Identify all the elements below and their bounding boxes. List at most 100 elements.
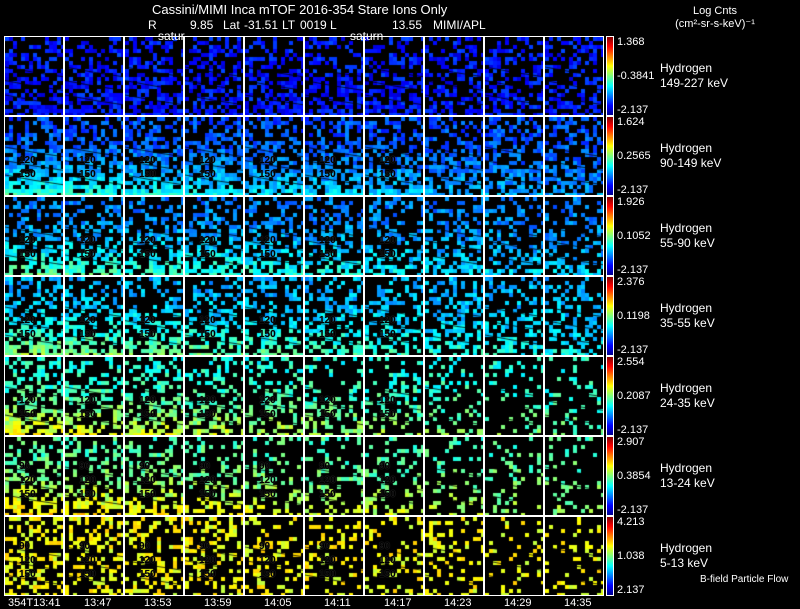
contour-label: 120 bbox=[199, 394, 216, 406]
contour-label: 120 bbox=[199, 154, 216, 166]
heatmap-image bbox=[425, 37, 483, 115]
contour-label: 150 bbox=[79, 249, 96, 260]
contour-label: 150 bbox=[319, 249, 336, 260]
colorbar-min-label: -2.137 bbox=[617, 504, 649, 516]
colorbar bbox=[606, 516, 614, 596]
time-label: 13:53 bbox=[144, 597, 172, 609]
contour-label: 120 bbox=[79, 234, 96, 246]
time-label: 13:59 bbox=[204, 597, 232, 609]
heatmap-image bbox=[545, 357, 603, 435]
image-panel: 120 150 bbox=[64, 356, 124, 436]
contour-label: 150 bbox=[19, 569, 36, 580]
contour-label: 150 bbox=[19, 249, 36, 260]
contour-label: 120 bbox=[199, 554, 216, 566]
contour-label: 90 bbox=[79, 541, 91, 552]
contour-label: 150 bbox=[259, 249, 276, 260]
colorbar-mid-label: -0.3841 bbox=[617, 70, 655, 82]
contour-label: 120 bbox=[319, 394, 336, 406]
energy-label: 5-13 keV bbox=[660, 556, 709, 570]
contour-label: 120 bbox=[19, 154, 36, 166]
colorbar bbox=[606, 356, 614, 436]
image-panel: 120 150 bbox=[184, 196, 244, 276]
image-panel: 120 150 bbox=[244, 356, 304, 436]
image-panel: 90 120 150 bbox=[124, 516, 184, 596]
species-label: Hydrogen bbox=[660, 61, 713, 75]
image-panel: 90 120 150 bbox=[304, 516, 364, 596]
heatmap-image bbox=[545, 437, 603, 515]
colorbar-mid-label: 0.2087 bbox=[617, 390, 651, 402]
contour-label: 150 bbox=[199, 169, 216, 180]
contour-label: 150 bbox=[379, 169, 396, 180]
contour-label: 120 bbox=[379, 154, 396, 166]
image-panel bbox=[424, 196, 484, 276]
colorbar-min-label: -2.137 bbox=[617, 264, 649, 276]
heatmap-image bbox=[125, 37, 183, 115]
contour-label: 150 bbox=[139, 569, 156, 580]
contour-label: 90 bbox=[199, 461, 211, 472]
contour-label: 150 bbox=[79, 169, 96, 180]
contour-label: 90 bbox=[19, 461, 31, 472]
image-panel bbox=[484, 36, 544, 116]
contour-label: 120 bbox=[319, 554, 336, 566]
energy-label: 55-90 keV bbox=[660, 236, 715, 250]
channel-label: Hydrogen 13-24 keV bbox=[660, 461, 715, 491]
image-panel: 120 150 bbox=[304, 196, 364, 276]
colorbar-max-label: 1.926 bbox=[617, 196, 645, 208]
heatmap-image bbox=[305, 37, 363, 115]
image-panel: 120 150 bbox=[364, 116, 424, 196]
image-panel bbox=[424, 276, 484, 356]
contour-label: 150 bbox=[199, 409, 216, 420]
contour-label: 120 bbox=[139, 314, 156, 326]
energy-label: 24-35 keV bbox=[660, 396, 715, 410]
image-panel: 120 150 bbox=[124, 116, 184, 196]
image-panel bbox=[4, 36, 64, 116]
image-panel: 120 150 bbox=[124, 356, 184, 436]
colorbar-mid-label: 0.1198 bbox=[617, 310, 650, 322]
heatmap-image bbox=[425, 277, 483, 355]
plot-title: Cassini/MIMI Inca mTOF 2016-354 Stare Io… bbox=[152, 2, 448, 17]
heatmap-image bbox=[485, 277, 543, 355]
image-panel: 90 120 150 bbox=[4, 516, 64, 596]
contour-label: 120 bbox=[319, 314, 336, 326]
image-panel bbox=[484, 116, 544, 196]
image-panel: 120 150 bbox=[364, 196, 424, 276]
colorbar bbox=[606, 436, 614, 516]
image-panel bbox=[484, 436, 544, 516]
image-panel: 120 150 bbox=[304, 276, 364, 356]
image-panel bbox=[544, 516, 604, 596]
source-label: MIMI/APL bbox=[433, 18, 486, 32]
contour-label: 150 bbox=[379, 569, 396, 580]
image-panel: 120 150 bbox=[244, 196, 304, 276]
colorbar-min-label: -2.137 bbox=[617, 424, 649, 436]
contour-label: 150 bbox=[139, 169, 156, 180]
contour-label: 90 bbox=[319, 461, 331, 472]
contour-label: 90 bbox=[79, 461, 91, 472]
heatmap-image bbox=[185, 37, 243, 115]
contour-label: 150 bbox=[319, 169, 336, 180]
channel-label: Hydrogen 35-55 keV bbox=[660, 301, 715, 331]
contour-label: 150 bbox=[259, 329, 276, 340]
heatmap-image bbox=[485, 357, 543, 435]
colorbar bbox=[606, 116, 614, 196]
colorbar-mid-label: 0.2565 bbox=[617, 150, 651, 162]
contour-label: 150 bbox=[19, 489, 36, 500]
image-panel: 120 150 bbox=[184, 356, 244, 436]
heatmap-image bbox=[485, 197, 543, 275]
lat-value: -31.51 bbox=[244, 18, 279, 32]
colorbar-min-label: -2.137 bbox=[617, 184, 649, 196]
image-panel bbox=[484, 276, 544, 356]
energy-label: 90-149 keV bbox=[660, 156, 722, 170]
contour-label: 120 bbox=[319, 474, 336, 486]
species-label: Hydrogen bbox=[660, 221, 713, 235]
heatmap-image bbox=[545, 197, 603, 275]
contour-label: 90 bbox=[379, 541, 391, 552]
time-label: 13:47 bbox=[84, 597, 112, 609]
contour-label: 120 bbox=[259, 474, 276, 486]
image-panel: 120 150 bbox=[184, 116, 244, 196]
r-label: R bbox=[148, 18, 157, 32]
contour-label: 120 bbox=[379, 314, 396, 326]
species-label: Hydrogen bbox=[660, 541, 713, 555]
time-label: 14:11 bbox=[324, 597, 351, 609]
colorbar-min-label: -2.137 bbox=[617, 344, 649, 356]
image-panel: 120 150 bbox=[4, 196, 64, 276]
